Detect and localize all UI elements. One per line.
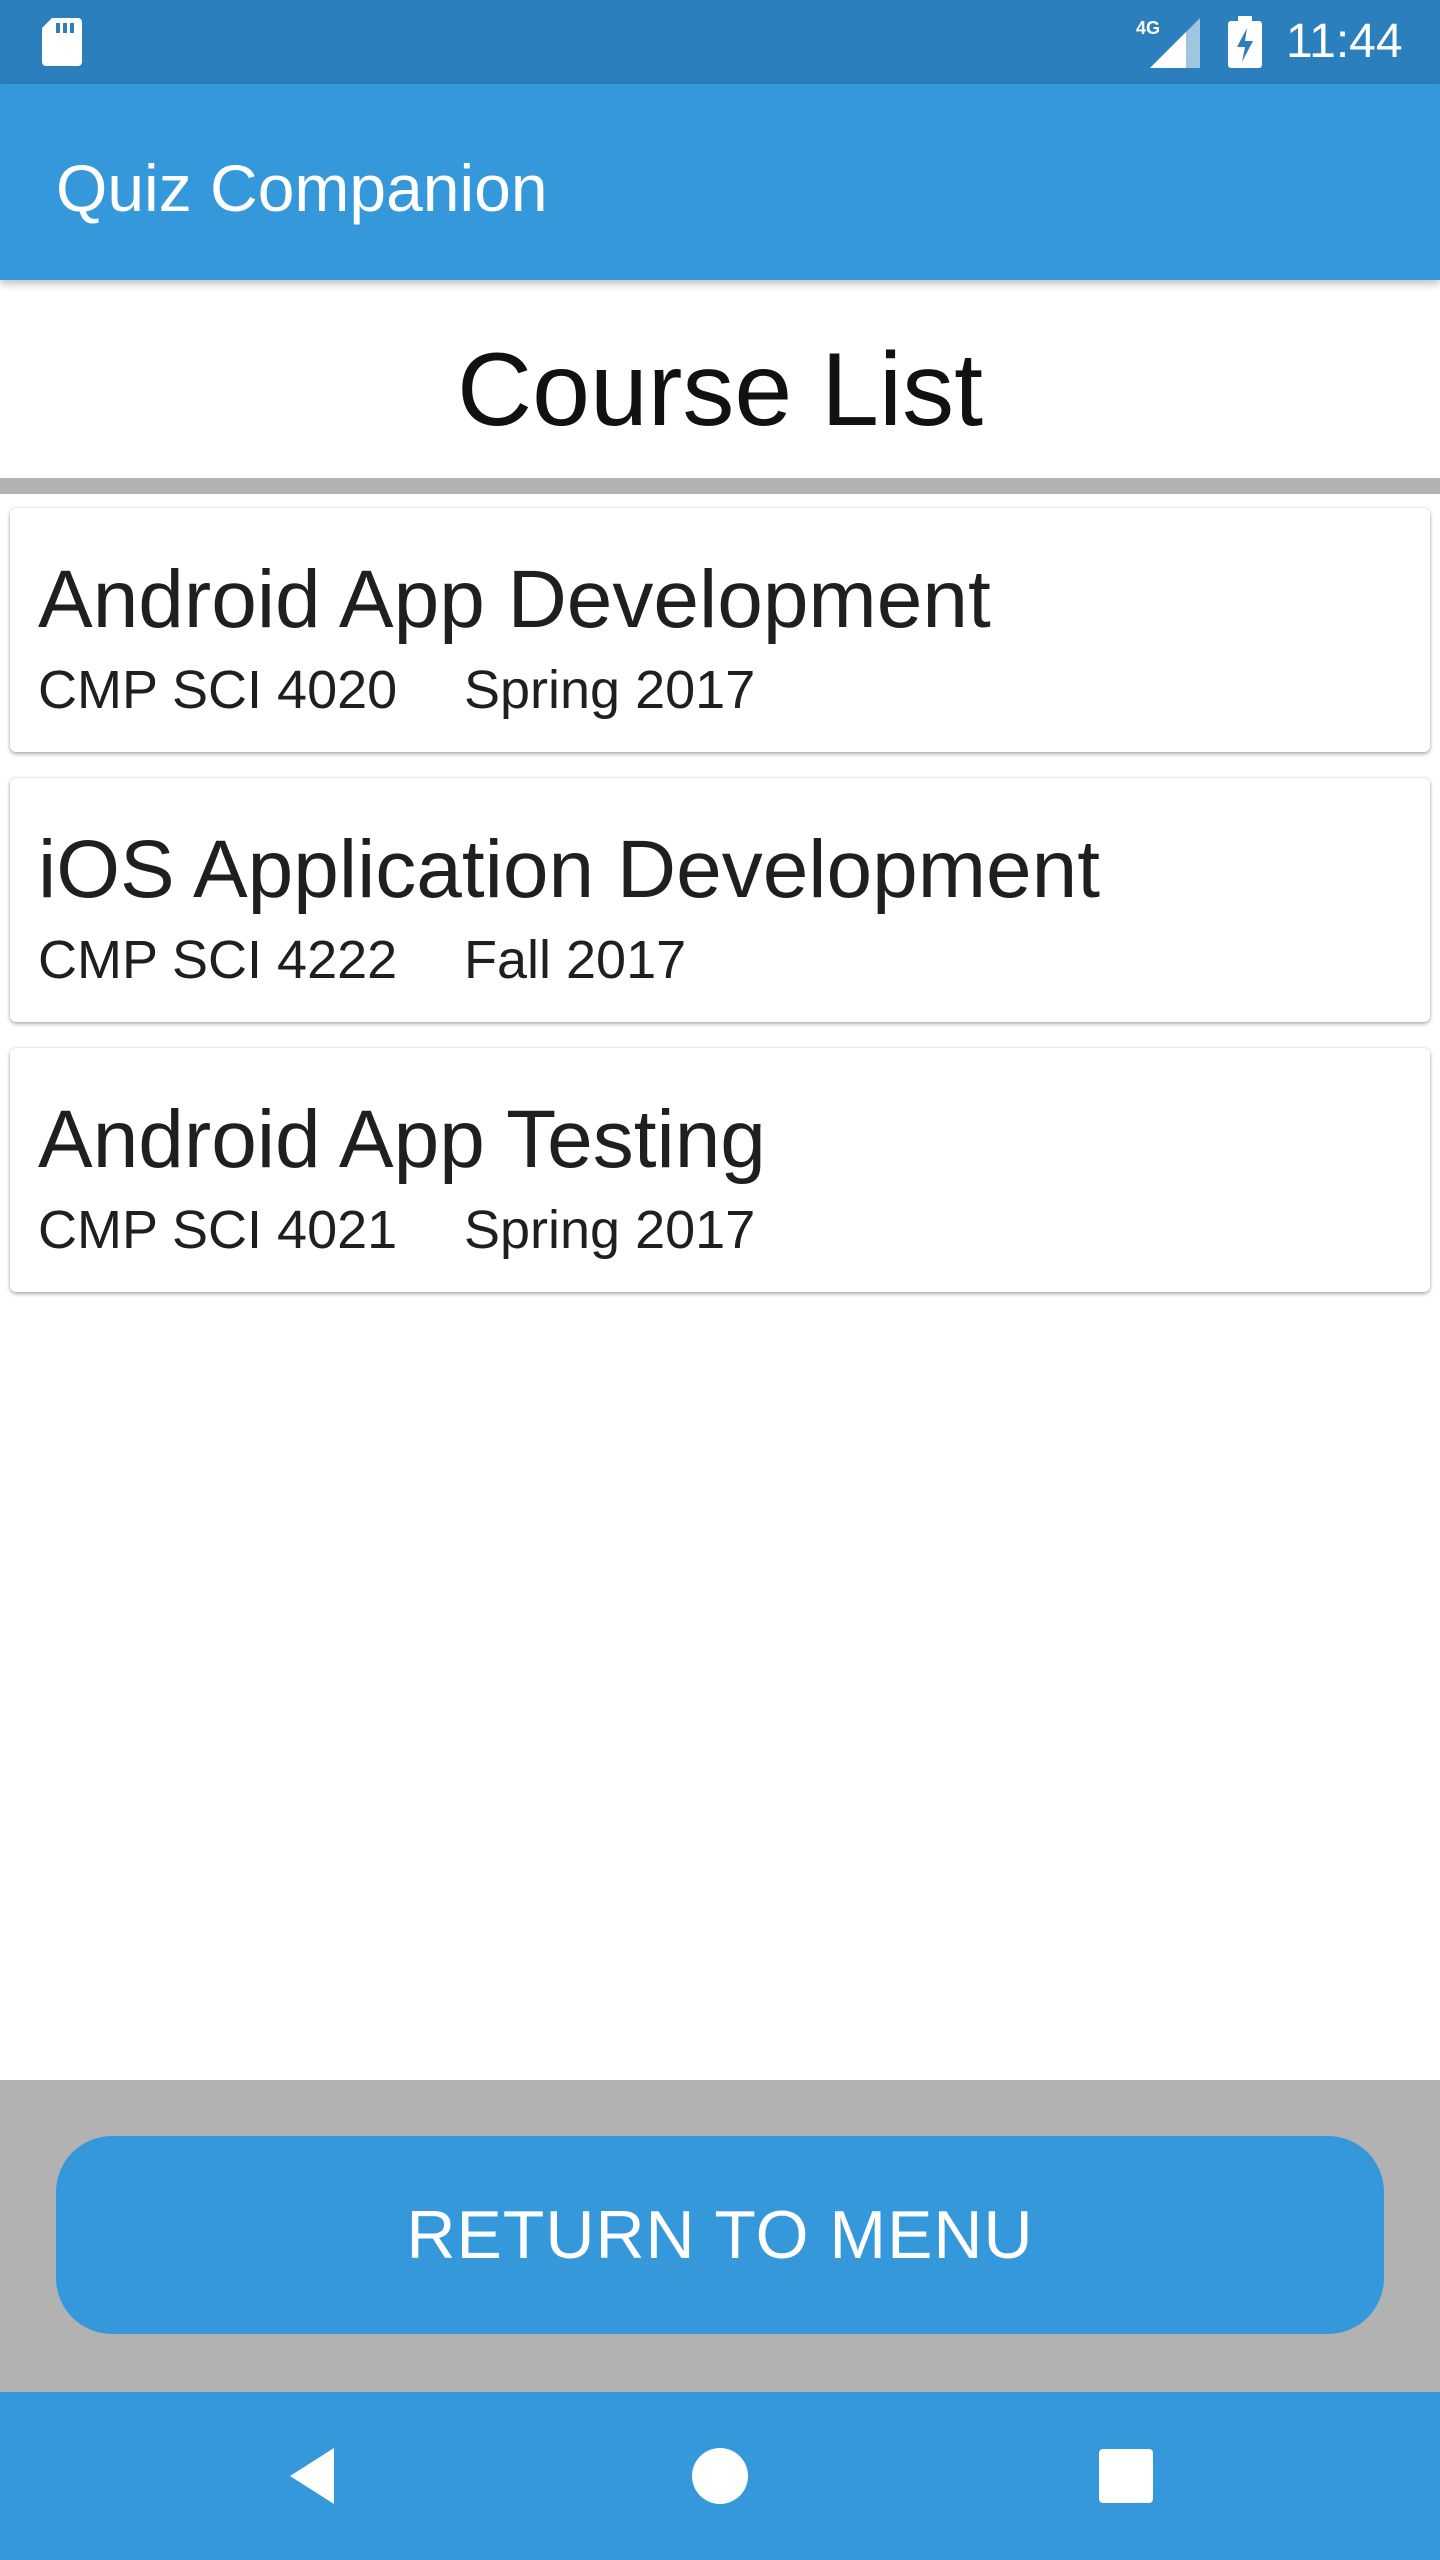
course-title: Android App Testing (38, 1094, 766, 1185)
page-title: Course List (457, 332, 983, 448)
course-card[interactable]: Android App Testing CMP SCI 4021 Spring … (10, 1048, 1430, 1292)
course-term: Spring 2017 (464, 660, 756, 720)
return-to-menu-button[interactable]: RETURN TO MENU (56, 2136, 1384, 2334)
nav-back-button[interactable] (230, 2392, 398, 2560)
course-card[interactable]: Android App Development CMP SCI 4020 Spr… (10, 508, 1430, 752)
network-type-label: 4G (1136, 18, 1160, 38)
system-nav-bar (0, 2392, 1440, 2560)
home-icon (692, 2448, 748, 2504)
battery-charging-icon (1228, 16, 1262, 68)
recents-icon (1099, 2449, 1153, 2503)
footer-area: RETURN TO MENU (0, 2080, 1440, 2392)
app-title: Quiz Companion (56, 151, 548, 225)
status-time: 11:44 (1286, 15, 1403, 68)
course-term: Spring 2017 (464, 1200, 756, 1260)
nav-recents-button[interactable] (1042, 2392, 1210, 2560)
back-icon (290, 2448, 334, 2504)
course-title: Android App Development (38, 554, 991, 645)
course-code: CMP SCI 4020 (38, 660, 398, 720)
header-divider (0, 478, 1440, 494)
course-list: Android App Development CMP SCI 4020 Spr… (10, 508, 1430, 1318)
course-card[interactable]: iOS Application Development CMP SCI 4222… (10, 778, 1430, 1022)
nav-home-button[interactable] (636, 2392, 804, 2560)
course-code: CMP SCI 4021 (38, 1200, 398, 1260)
page-header: Course List (0, 280, 1440, 478)
sd-card-icon (42, 18, 82, 66)
course-term: Fall 2017 (464, 930, 687, 990)
course-title: iOS Application Development (38, 824, 1101, 915)
signal-4g-icon: 4G (1136, 18, 1200, 68)
status-bar: 4G 11:44 (0, 0, 1440, 84)
course-code: CMP SCI 4222 (38, 930, 398, 990)
app-bar: Quiz Companion (0, 84, 1440, 280)
